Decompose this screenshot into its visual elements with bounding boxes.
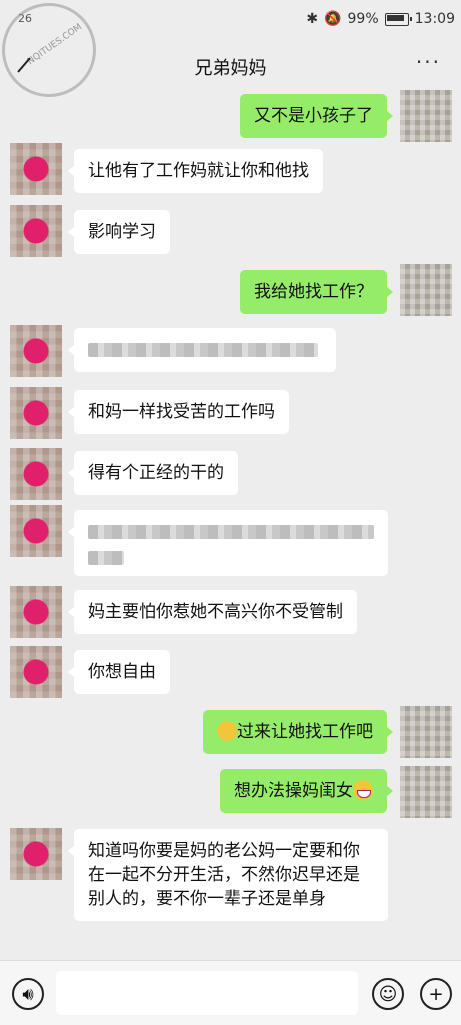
message-text: 想办法操妈闺女 bbox=[234, 781, 353, 801]
mute-icon: 🔕 bbox=[324, 11, 342, 27]
avatar-contact[interactable] bbox=[10, 143, 62, 195]
avatar-contact[interactable] bbox=[10, 828, 62, 880]
avatar-self[interactable] bbox=[400, 264, 452, 316]
message-bubble-contact: 妈主要怕你惹她不高兴你不受管制 bbox=[68, 590, 357, 634]
blurred-text bbox=[88, 525, 374, 539]
message-bubble-contact: 和妈一样找受苦的工作吗 bbox=[68, 390, 289, 434]
avatar-self[interactable] bbox=[400, 766, 452, 818]
bluetooth-icon: ✱ bbox=[306, 11, 319, 27]
avatar-contact[interactable] bbox=[10, 586, 62, 638]
battery-icon bbox=[384, 12, 412, 26]
plus-icon[interactable]: + bbox=[420, 978, 452, 1010]
face-with-hand-over-mouth-icon bbox=[217, 721, 237, 741]
avatar-contact[interactable] bbox=[10, 387, 62, 439]
message-bubble-contact: 让他有了工作妈就让你和他找 bbox=[68, 149, 323, 193]
avatar-contact[interactable] bbox=[10, 448, 62, 500]
grinning-face-icon bbox=[353, 780, 373, 800]
avatar-contact[interactable] bbox=[10, 505, 62, 557]
message-bubble-contact: 知道吗你要是妈的老公妈一定要和你在一起不分开生活，不然你迟早还是别人的，要不你一… bbox=[68, 829, 388, 921]
battery-percent: 99% bbox=[347, 11, 379, 27]
message-bubble-contact: 你想自由 bbox=[68, 650, 170, 694]
avatar-contact[interactable] bbox=[10, 325, 62, 377]
avatar-contact[interactable] bbox=[10, 205, 62, 257]
message-bubble-self: 又不是小孩子了 bbox=[240, 94, 393, 138]
emoji-icon[interactable]: ☺︎ bbox=[372, 978, 404, 1010]
avatar-self[interactable] bbox=[400, 706, 452, 758]
avatar-self[interactable] bbox=[400, 90, 452, 142]
blurred-text bbox=[88, 343, 318, 357]
chat-header: 兄弟妈妈 ··· bbox=[0, 42, 461, 90]
message-bubble-self: 过来让她找工作吧 bbox=[203, 710, 393, 754]
message-text: 过来让她找工作吧 bbox=[237, 722, 373, 742]
chat-title: 兄弟妈妈 bbox=[194, 58, 267, 79]
chat-input-bar: 🔊︎ ☺︎ + bbox=[0, 960, 461, 1025]
message-bubble-blurred bbox=[68, 328, 336, 372]
voice-icon[interactable]: 🔊︎ bbox=[12, 978, 44, 1010]
message-bubble-contact: 影响学习 bbox=[68, 210, 170, 254]
message-bubble-self: 我给她找工作？ bbox=[240, 270, 393, 314]
message-input[interactable] bbox=[56, 971, 358, 1015]
avatar-contact[interactable] bbox=[10, 646, 62, 698]
message-bubble-self: 想办法操妈闺女 bbox=[220, 769, 393, 813]
status-right: ✱ 🔕 99% 13:09 bbox=[306, 11, 455, 27]
message-bubble-blurred bbox=[68, 510, 388, 576]
blurred-text bbox=[88, 551, 124, 565]
message-bubble-contact: 得有个正经的干的 bbox=[68, 451, 238, 495]
clock: 13:09 bbox=[414, 11, 455, 27]
more-icon[interactable]: ··· bbox=[416, 50, 441, 74]
